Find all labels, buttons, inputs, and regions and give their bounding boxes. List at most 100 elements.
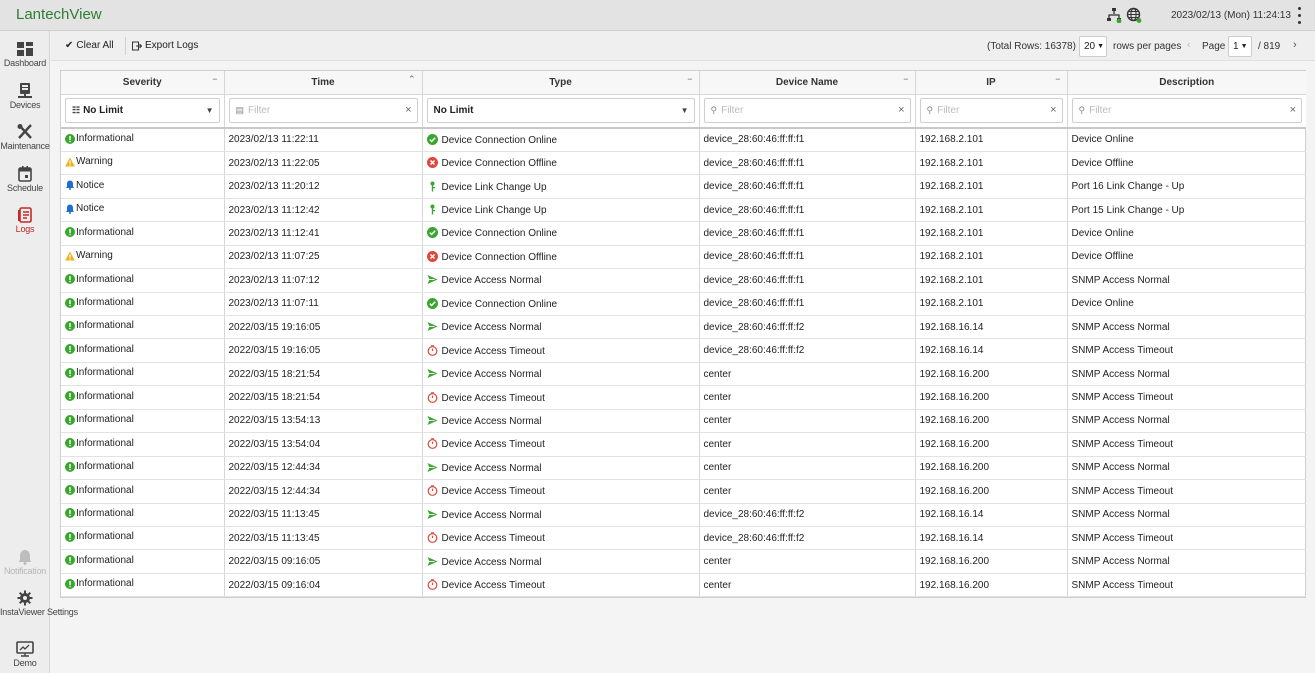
table-row[interactable]: Warning 2023/02/13 11:22:05 Device Connect…: [61, 151, 1306, 176]
table-row[interactable]: Informational 2022/03/15 19:16:05 Device A…: [61, 338, 1306, 363]
type-label: Device Connection Offline: [441, 158, 557, 170]
clear-filter-icon[interactable]: ×: [898, 104, 904, 116]
type-cell: Device Access Timeout: [422, 432, 700, 457]
description-cell: Device Online: [1067, 221, 1306, 246]
table-row[interactable]: Informational 2022/03/15 09:16:05 Device A…: [61, 549, 1306, 574]
column-menu-icon[interactable]: −: [212, 74, 217, 84]
description-cell: SNMP Access Normal: [1067, 549, 1306, 574]
table-row[interactable]: Informational 2022/03/15 12:44:34 Device A…: [61, 456, 1306, 481]
column-header-severity[interactable]: Severity −: [61, 71, 225, 95]
table-row[interactable]: Informational 2022/03/15 19:16:05 Device A…: [61, 315, 1306, 340]
page-select[interactable]: 1 ▼: [1228, 36, 1252, 57]
warning-icon: [65, 157, 75, 167]
sidebar-item-devices[interactable]: Devices: [0, 77, 50, 117]
table-row[interactable]: Notice 2023/02/13 11:12:42 Device Link Cha…: [61, 198, 1306, 223]
info-icon: [65, 508, 75, 519]
device-name-filter-input[interactable]: ⚲ Filter ×: [703, 98, 911, 124]
demo-icon: [16, 641, 34, 657]
clear-filter-icon[interactable]: ×: [1050, 104, 1056, 116]
rows-per-page-select[interactable]: 20 ▼: [1079, 36, 1107, 57]
severity-cell: Informational: [61, 338, 225, 363]
table-row[interactable]: Informational 2022/03/15 11:13:45 Device A…: [61, 503, 1306, 527]
filter-cell: ⚲ Filter ×: [699, 94, 916, 129]
table-row[interactable]: Informational 2022/03/15 13:54:04 Device A…: [61, 432, 1306, 457]
list-icon: ☷: [72, 105, 81, 116]
time-filter-input[interactable]: ▤ Filter ×: [228, 98, 418, 124]
network-topology-icon[interactable]: [1106, 7, 1122, 26]
severity-cell: Informational: [61, 268, 225, 293]
severity-cell: Informational: [61, 221, 225, 246]
severity-cell: Informational: [61, 456, 225, 481]
column-header-ip[interactable]: IP −: [915, 71, 1068, 95]
column-menu-icon[interactable]: −: [687, 74, 692, 84]
rows-per-page-value: 20: [1084, 41, 1096, 52]
total-rows: (Total Rows: 16378): [987, 41, 1076, 52]
column-menu-icon[interactable]: −: [903, 74, 908, 84]
page-label: Page: [1202, 41, 1226, 52]
column-menu-icon[interactable]: −: [1055, 74, 1060, 84]
severity-label: Warning: [76, 156, 113, 168]
sidebar-item-demo[interactable]: Demo: [0, 635, 50, 673]
more-menu-icon[interactable]: [1294, 7, 1304, 24]
clear-filter-icon[interactable]: ×: [405, 104, 411, 116]
severity-filter-select[interactable]: ☷ No Limit ▼: [65, 98, 220, 124]
clear-filter-icon[interactable]: ×: [1290, 104, 1296, 116]
description-filter-input[interactable]: ⚲ Filter ×: [1071, 98, 1302, 124]
sidebar-item-maintenance[interactable]: Maintenance: [0, 118, 50, 158]
severity-cell: Informational: [61, 128, 225, 152]
export-logs-button[interactable]: Export Logs: [132, 40, 198, 51]
severity-cell: Notice: [61, 174, 225, 199]
table-row[interactable]: Informational 2023/02/13 11:22:11 Device C…: [61, 128, 1306, 152]
severity-label: Notice: [76, 203, 105, 215]
timer-icon: [427, 485, 437, 497]
info-icon: [65, 531, 75, 542]
prev-page-icon[interactable]: ‹: [1187, 39, 1191, 51]
table-row[interactable]: Informational 2022/03/15 09:16:04 Device A…: [61, 573, 1306, 598]
sidebar-item-schedule[interactable]: Schedule: [0, 160, 50, 200]
table-row[interactable]: Informational 2022/03/15 13:54:13 Device A…: [61, 409, 1306, 434]
sidebar-item-instaviewer-settings[interactable]: InstaViewer Settings: [0, 584, 78, 624]
severity-label: Informational: [76, 133, 134, 145]
send-icon: [427, 415, 437, 425]
sidebar-item-label: Notification: [3, 566, 47, 576]
sidebar-item-logs[interactable]: Logs: [0, 201, 50, 241]
column-header-description[interactable]: Description: [1067, 71, 1306, 95]
ip-filter-input[interactable]: ⚲ Filter ×: [919, 98, 1063, 124]
clear-all-button[interactable]: ✔ Clear All: [65, 40, 114, 51]
ip-cell: 192.168.2.101: [915, 128, 1068, 152]
device-name-cell: device_28:60:46:ff:ff:f1: [699, 245, 916, 270]
sidebar-item-dashboard[interactable]: Dashboard: [0, 35, 50, 75]
link-up-icon: [430, 204, 435, 215]
table-row[interactable]: Informational 2022/03/15 18:21:54 Device A…: [61, 385, 1306, 410]
type-filter-select[interactable]: No Limit ▼: [426, 98, 695, 124]
table-row[interactable]: Informational 2023/02/13 11:12:41 Device C…: [61, 221, 1306, 246]
device-name-cell: center: [699, 573, 916, 598]
severity-cell: Informational: [61, 549, 225, 574]
column-header-device-name[interactable]: Device Name −: [699, 71, 916, 95]
timer-icon: [427, 438, 437, 450]
table-row[interactable]: Informational 2022/03/15 11:13:45 Device A…: [61, 526, 1306, 551]
globe-icon[interactable]: [1126, 7, 1142, 26]
table-row[interactable]: Informational 2022/03/15 18:21:54 Device A…: [61, 362, 1306, 387]
description-cell: SNMP Access Timeout: [1067, 479, 1306, 504]
column-header-type[interactable]: Type −: [422, 71, 700, 95]
device-name-cell: device_28:60:46:ff:ff:f1: [699, 292, 916, 317]
type-label: Device Connection Online: [441, 228, 558, 240]
type-label: Device Access Timeout: [441, 486, 545, 498]
filter-placeholder: Filter: [248, 105, 271, 117]
sort-asc-icon[interactable]: ⌃: [408, 74, 416, 85]
table-row[interactable]: Warning 2023/02/13 11:07:25 Device Connect…: [61, 245, 1306, 270]
info-icon: [65, 133, 75, 144]
table-row[interactable]: Informational 2023/02/13 11:07:11 Device C…: [61, 292, 1306, 317]
table-row[interactable]: Informational 2023/02/13 11:07:12 Device A…: [61, 268, 1306, 293]
table-row[interactable]: Informational 2022/03/15 12:44:34 Device A…: [61, 479, 1306, 504]
column-header-label: IP: [986, 76, 996, 88]
severity-label: Warning: [76, 250, 113, 262]
info-icon: [65, 485, 75, 496]
time-cell: 2023/02/13 11:20:12: [224, 174, 423, 199]
app-title: LantechView: [16, 6, 102, 23]
bell-icon: [66, 180, 74, 191]
table-row[interactable]: Notice 2023/02/13 11:20:12 Device Link Cha…: [61, 174, 1306, 199]
column-header-time[interactable]: Time ⌃: [224, 71, 423, 95]
next-page-icon[interactable]: ›: [1293, 39, 1297, 51]
